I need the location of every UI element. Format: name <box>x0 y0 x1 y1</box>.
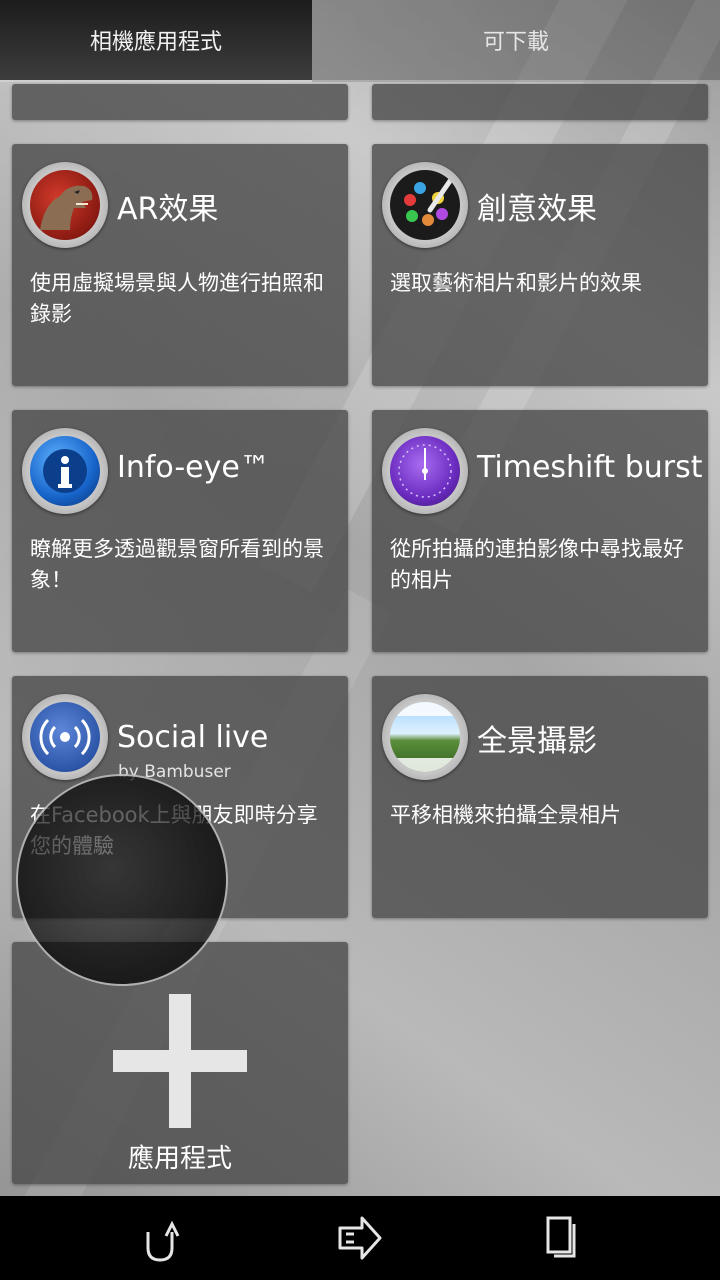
card-title: Timeshift burst <box>477 450 703 485</box>
app-card-partial[interactable] <box>12 84 348 120</box>
card-title: Info-eye™ <box>117 450 270 485</box>
add-apps-card[interactable]: 應用程式 <box>12 942 348 1184</box>
navigation-bar <box>0 1196 720 1280</box>
plus-icon <box>113 994 247 1128</box>
app-card-creative-effect[interactable]: 創意效果 選取藝術相片和影片的效果 <box>372 144 708 386</box>
panorama-icon <box>382 694 468 780</box>
card-description: 選取藝術相片和影片的效果 <box>390 271 642 295</box>
card-description: 使用虛擬場景與人物進行拍照和錄影 <box>30 271 324 326</box>
back-button[interactable] <box>132 1210 188 1266</box>
app-card-info-eye[interactable]: Info-eye™ 瞭解更多透過觀景窗所看到的景象！ <box>12 410 348 652</box>
card-title: 全景攝影 <box>477 724 597 759</box>
dinosaur-icon <box>22 162 108 248</box>
tab-downloadable[interactable]: 可下載 <box>312 0 720 82</box>
app-card-timeshift-burst[interactable]: Timeshift burst 從所拍攝的連拍影像中尋找最好的相片 <box>372 410 708 652</box>
tab-bar: 相機應用程式 可下載 <box>0 0 720 82</box>
card-title: Social live <box>117 720 269 755</box>
home-icon <box>338 1216 382 1260</box>
recent-apps-button[interactable] <box>532 1210 588 1266</box>
card-title: AR效果 <box>117 192 219 227</box>
app-card-ar-effect[interactable]: AR效果 使用虛擬場景與人物進行拍照和錄影 <box>12 144 348 386</box>
palette-icon <box>382 162 468 248</box>
tab-camera-apps[interactable]: 相機應用程式 <box>0 0 312 82</box>
broadcast-icon <box>22 694 108 780</box>
back-icon <box>146 1220 180 1262</box>
app-card-partial[interactable] <box>372 84 708 120</box>
card-title: 創意效果 <box>477 192 597 227</box>
add-apps-label: 應用程式 <box>127 1144 232 1174</box>
touch-indicator <box>16 774 228 986</box>
card-description: 瞭解更多透過觀景窗所看到的景象！ <box>30 537 324 592</box>
clock-icon <box>382 428 468 514</box>
card-description: 從所拍攝的連拍影像中尋找最好的相片 <box>390 537 684 592</box>
home-button[interactable] <box>332 1210 388 1266</box>
card-description: 平移相機來拍攝全景相片 <box>390 803 621 827</box>
app-card-panorama[interactable]: 全景攝影 平移相機來拍攝全景相片 <box>372 676 708 918</box>
recent-apps-icon <box>546 1216 576 1258</box>
info-icon <box>22 428 108 514</box>
